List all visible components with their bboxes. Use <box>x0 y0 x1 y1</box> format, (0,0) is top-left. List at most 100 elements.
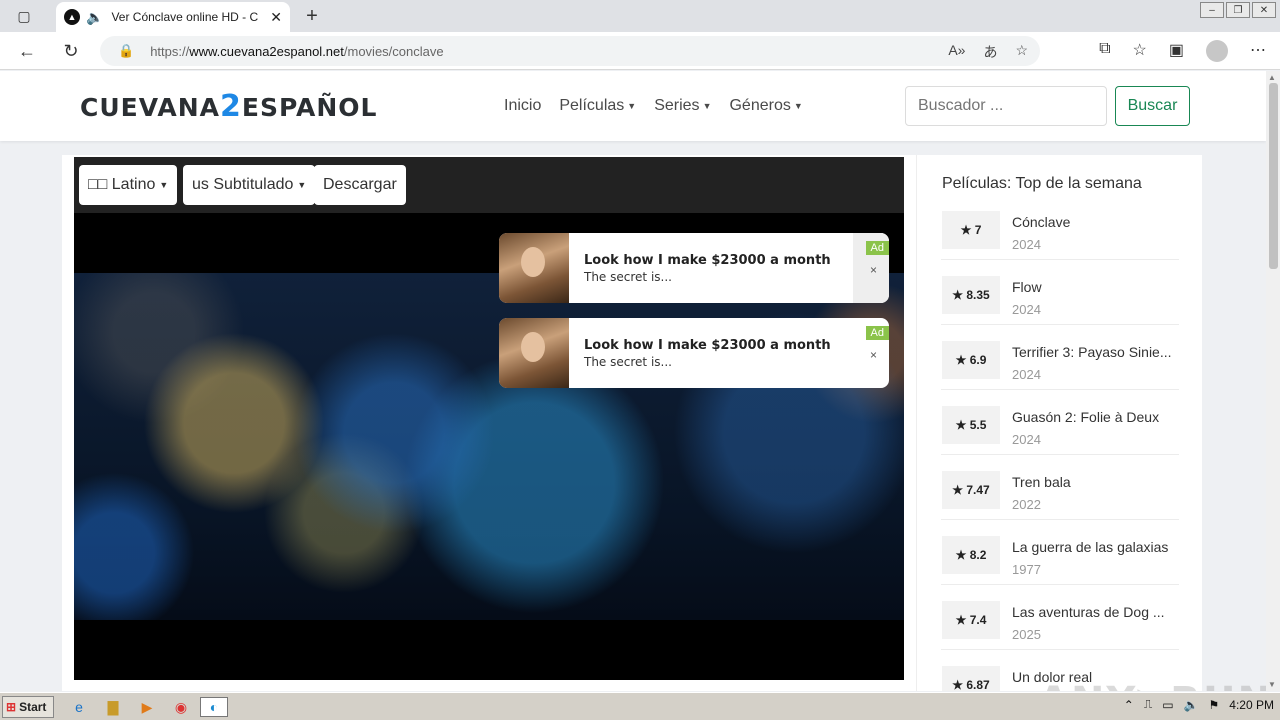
translate-icon[interactable]: あ <box>983 42 997 62</box>
scrollbar-thumb[interactable] <box>1269 83 1278 269</box>
tray-flag-icon[interactable]: ⚑ <box>1209 698 1220 712</box>
search-button[interactable]: Buscar <box>1115 86 1190 126</box>
url-bar[interactable]: 🔒 https://www.cuevana2espanol.net/movies… <box>100 36 1040 66</box>
subtitled-audio-button[interactable]: us Subtitulado ▼ <box>183 165 316 205</box>
minimize-icon[interactable]: – <box>1200 2 1224 18</box>
extensions-icon[interactable]: ⧉ <box>1099 40 1110 62</box>
ad-notification[interactable]: Look how I make $23000 a month The secre… <box>499 233 889 303</box>
new-tab-icon[interactable]: + <box>300 4 324 28</box>
movie-year: 2024 <box>1012 432 1041 447</box>
download-button[interactable]: Descargar <box>314 165 406 205</box>
os-taskbar: ⊞ Start e ▇ ▶ ◉ ◐ ⌃ ⎍ ▭ 🔈 ⚑ 4:20 PM <box>0 692 1280 720</box>
scroll-down-icon[interactable]: ▼ <box>1268 680 1276 689</box>
start-button[interactable]: ⊞ Start <box>2 696 54 718</box>
latino-audio-button[interactable]: □□ Latino ▼ <box>79 165 178 205</box>
movie-title[interactable]: Tren bala <box>1012 474 1177 490</box>
chrome-icon[interactable]: ◉ <box>170 697 192 717</box>
rating-badge: ★ 8.35 <box>942 276 1000 314</box>
ad-thumbnail <box>499 233 569 303</box>
rating-badge: ★ 6.9 <box>942 341 1000 379</box>
caret-down-icon: ▼ <box>793 100 803 111</box>
clock[interactable]: 4:20 PM <box>1229 698 1274 712</box>
browser-tab[interactable]: ▲ 🔈 Ver Cónclave online HD - C ✕ <box>56 2 290 32</box>
logo-text-2: 2 <box>220 89 242 124</box>
sidebar-title: Películas: Top de la semana <box>942 175 1142 192</box>
nav-inicio[interactable]: Inicio <box>504 97 541 115</box>
search-input[interactable] <box>905 86 1107 126</box>
add-favorite-icon[interactable]: ☆ <box>1015 42 1028 62</box>
list-item[interactable]: ★ 7 Cónclave 2024 <box>941 195 1179 260</box>
page-scrollbar[interactable]: ▲ ▼ <box>1266 71 1280 691</box>
system-tray: ⌃ ⎍ ▭ 🔈 ⚑ 4:20 PM <box>1124 697 1274 712</box>
site-favicon-icon: ▲ <box>64 9 80 25</box>
scroll-up-icon[interactable]: ▲ <box>1268 73 1276 82</box>
nav-series-label: Series <box>654 97 700 114</box>
ad-subtext: The secret is... <box>584 269 672 284</box>
tab-actions-icon[interactable]: ▢ <box>8 4 40 28</box>
tab-close-icon[interactable]: ✕ <box>270 9 282 26</box>
browser-tab-bar: ▢ ▲ 🔈 Ver Cónclave online HD - C ✕ + – ❐… <box>0 0 1280 32</box>
movie-title[interactable]: La guerra de las galaxias <box>1012 539 1177 555</box>
more-menu-icon[interactable]: ⋯ <box>1250 40 1266 62</box>
restore-icon[interactable]: ❐ <box>1226 2 1250 18</box>
movie-year: 2022 <box>1012 497 1041 512</box>
nav-generos[interactable]: Géneros ▼ <box>729 97 802 115</box>
speaker-icon[interactable]: 🔈 <box>86 9 103 26</box>
read-aloud-icon[interactable]: A» <box>948 42 965 62</box>
ad-thumbnail <box>499 318 569 388</box>
favorites-icon[interactable]: ☆ <box>1133 40 1147 62</box>
close-window-icon[interactable]: ✕ <box>1252 2 1276 18</box>
collections-icon[interactable]: ▣ <box>1169 40 1184 62</box>
top-movies-sidebar: Películas: Top de la semana ★ 7 Cónclave… <box>916 155 1202 691</box>
movie-title[interactable]: Las aventuras de Dog ... <box>1012 604 1177 620</box>
movie-title[interactable]: Guasón 2: Folie à Deux <box>1012 409 1177 425</box>
nav-peliculas[interactable]: Películas ▼ <box>559 97 636 115</box>
ad-badge: Ad <box>865 326 889 340</box>
web-page: CUEVANA2ESPAÑOL Inicio Películas ▼ Series… <box>0 71 1266 691</box>
latino-label: □□ Latino <box>88 176 156 193</box>
ad-close-icon[interactable]: × <box>870 348 877 362</box>
ad-notification[interactable]: Look how I make $23000 a month The secre… <box>499 318 889 388</box>
ad-close-icon[interactable]: × <box>870 263 877 277</box>
list-item[interactable]: ★ 8.2 La guerra de las galaxias 1977 <box>941 520 1179 585</box>
caret-down-icon: ▼ <box>297 180 307 190</box>
rating-badge: ★ 8.2 <box>942 536 1000 574</box>
window-controls: – ❐ ✕ <box>1200 2 1276 18</box>
media-player-icon[interactable]: ▶ <box>136 697 158 717</box>
ie-icon[interactable]: e <box>68 697 90 717</box>
caret-down-icon: ▼ <box>702 100 712 111</box>
url-protocol: https:// <box>150 43 190 59</box>
top-movies-list: ★ 7 Cónclave 2024 ★ 8.35 Flow 2024 ★ 6.9… <box>941 195 1179 691</box>
list-item[interactable]: ★ 7.4 Las aventuras de Dog ... 2025 <box>941 585 1179 650</box>
lock-icon[interactable]: 🔒 <box>118 43 134 59</box>
url-host: www.cuevana2espanol.net <box>189 43 344 59</box>
list-item[interactable]: ★ 7.47 Tren bala 2022 <box>941 455 1179 520</box>
nav-series[interactable]: Series ▼ <box>654 97 711 115</box>
logo-text-3: ESPAÑOL <box>241 93 378 122</box>
movie-title[interactable]: Flow <box>1012 279 1177 295</box>
url-path: /movies/conclave <box>343 43 444 59</box>
refresh-icon[interactable]: ↻ <box>58 39 84 63</box>
movie-title[interactable]: Cónclave <box>1012 214 1177 230</box>
folder-icon[interactable]: ▇ <box>102 697 124 717</box>
windows-logo-icon: ⊞ <box>6 700 17 714</box>
address-toolbar: ← ↻ 🔒 https://www.cuevana2espanol.net/mo… <box>0 32 1280 70</box>
site-logo[interactable]: CUEVANA2ESPAÑOL <box>80 89 377 124</box>
video-player[interactable]: □□ Latino ▼ us Subtitulado ▼ Descargar Loo… <box>74 157 904 680</box>
profile-avatar-icon[interactable] <box>1206 40 1228 62</box>
player-toolbar: □□ Latino ▼ us Subtitulado ▼ Descargar <box>74 157 904 213</box>
rating-badge: ★ 7 <box>942 211 1000 249</box>
list-item[interactable]: ★ 8.35 Flow 2024 <box>941 260 1179 325</box>
logo-text-1: CUEVANA <box>80 93 220 122</box>
tray-chevron-icon[interactable]: ⌃ <box>1124 698 1134 712</box>
list-item[interactable]: ★ 6.9 Terrifier 3: Payaso Sinie... 2024 <box>941 325 1179 390</box>
nav-peliculas-label: Películas <box>559 97 625 114</box>
back-icon[interactable]: ← <box>14 39 40 63</box>
list-item[interactable]: ★ 5.5 Guasón 2: Folie à Deux 2024 <box>941 390 1179 455</box>
edge-icon[interactable]: ◐ <box>200 697 228 717</box>
tray-network-icon[interactable]: ▭ <box>1162 698 1173 712</box>
tray-volume-icon[interactable]: 🔈 <box>1184 698 1199 712</box>
movie-title[interactable]: Terrifier 3: Payaso Sinie... <box>1012 344 1177 360</box>
tray-usb-icon[interactable]: ⎍ <box>1144 697 1152 712</box>
caret-down-icon: ▼ <box>159 180 169 190</box>
